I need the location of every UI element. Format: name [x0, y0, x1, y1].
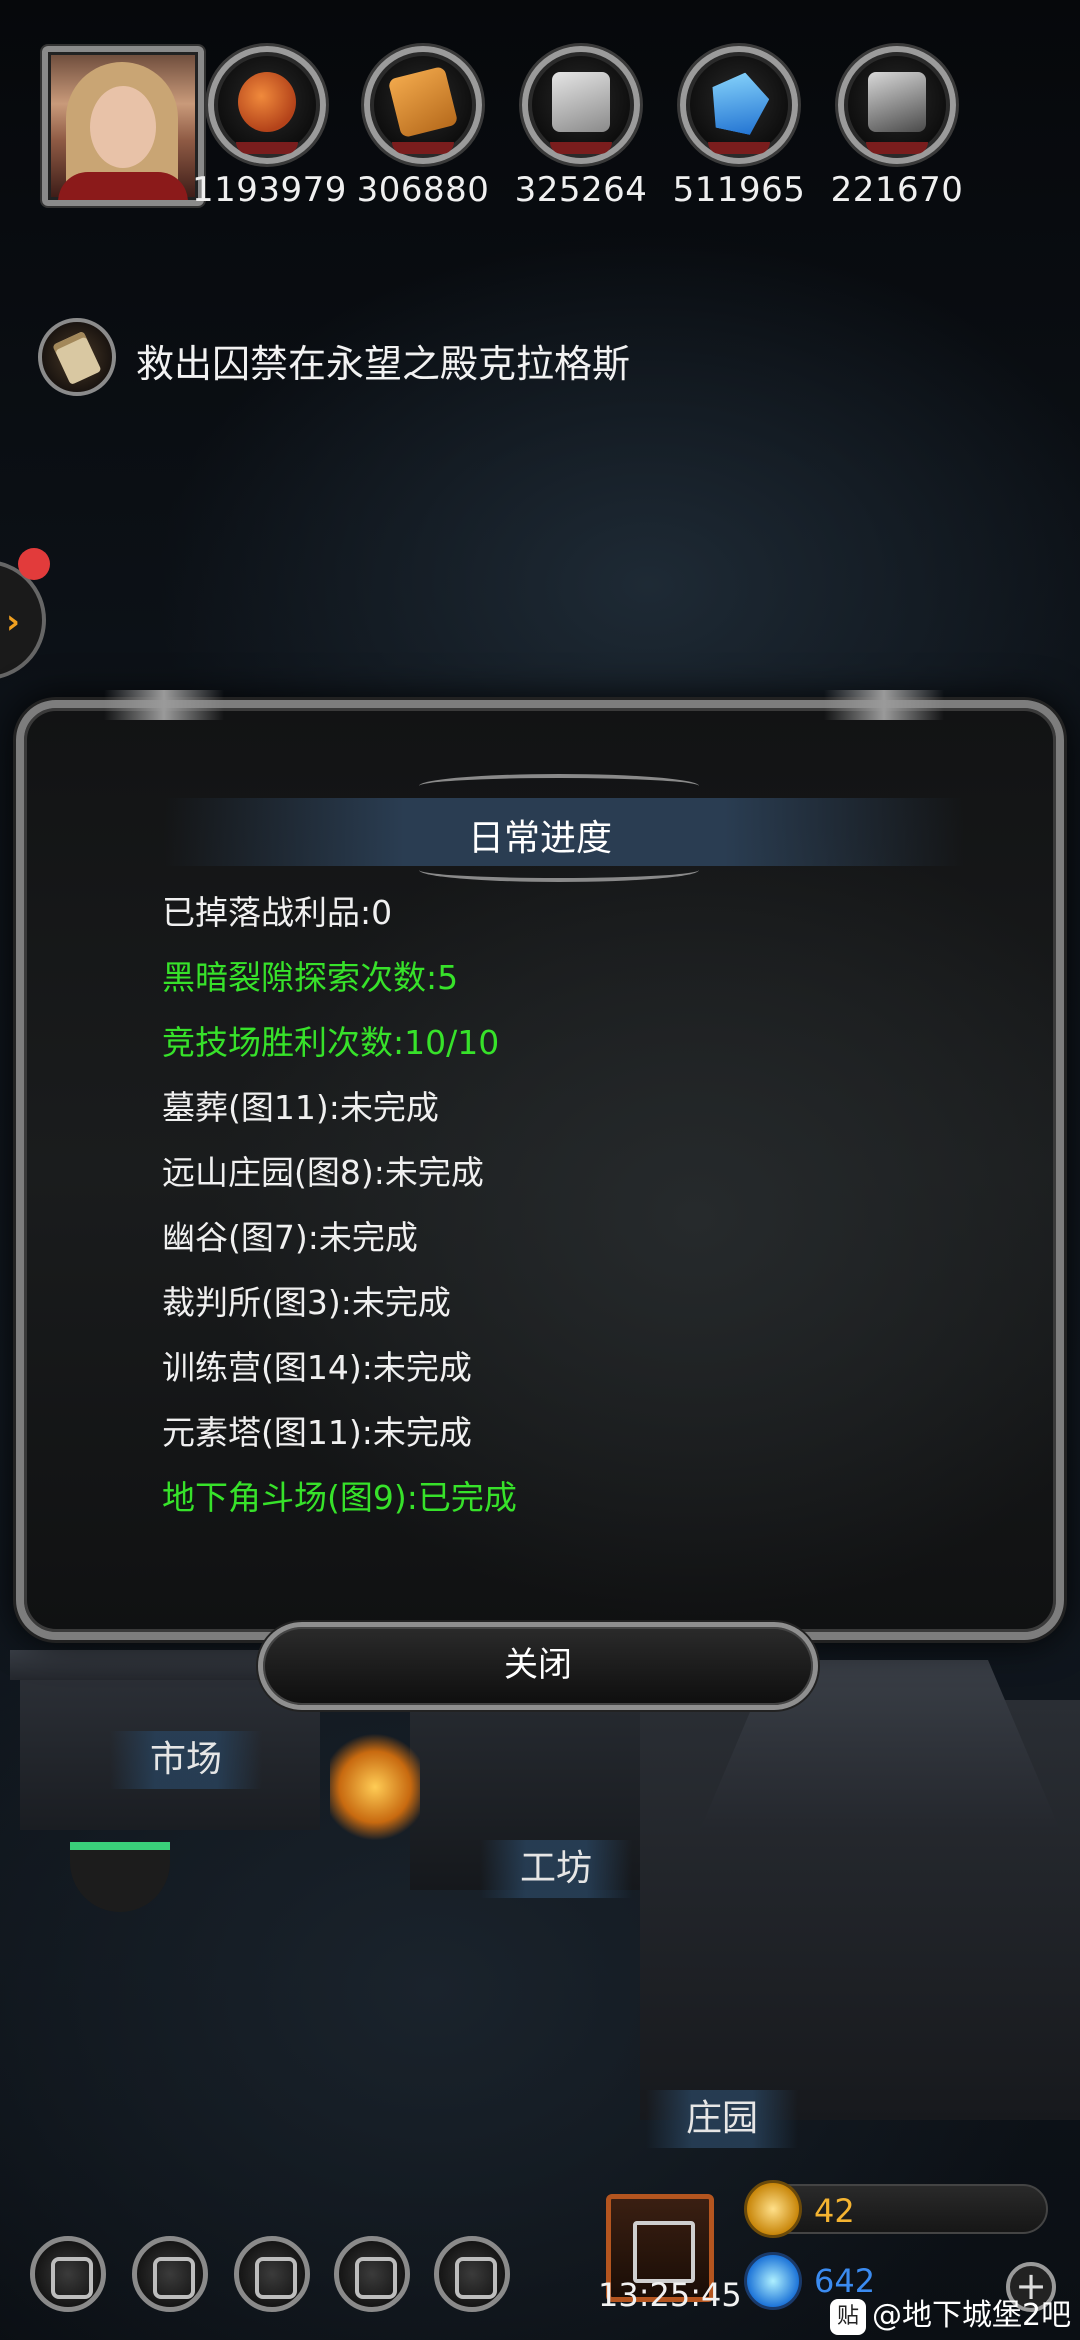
scroll-icon[interactable]: [38, 318, 116, 396]
progress-line: 元素塔(图11):未完成: [162, 1413, 472, 1452]
market-label[interactable]: 市场: [110, 1731, 263, 1789]
progress-line: 训练营(图14):未完成: [162, 1348, 472, 1387]
progress-line: 幽谷(图7):未完成: [162, 1218, 418, 1257]
chevron-right-icon: ›: [6, 602, 21, 642]
achievement-icon[interactable]: [132, 2236, 208, 2312]
progress-line: 地下角斗场(图9):已完成: [162, 1478, 517, 1517]
resource-crystal[interactable]: 511965: [664, 46, 814, 210]
workshop-label[interactable]: 工坊: [480, 1840, 633, 1898]
meat-icon: [238, 72, 296, 132]
progress-line: 裁判所(图3):未完成: [162, 1283, 451, 1322]
resource-meat[interactable]: 1193979: [192, 46, 347, 210]
progress-line: 竞技场胜利次数:10/10: [162, 1023, 500, 1062]
watermark-text: @地下城堡2吧: [872, 2298, 1072, 2333]
dialog-title: 日常进度: [467, 818, 612, 859]
title-ornament-bottom: [419, 858, 699, 882]
cauldron: [70, 1842, 170, 1912]
progress-line: 远山庄园(图8):未完成: [162, 1153, 484, 1192]
notification-dot: [18, 548, 50, 580]
forge-fire: [330, 1732, 420, 1842]
progress-line: 墓葬(图11):未完成: [162, 1088, 439, 1127]
settings-icon[interactable]: [30, 2236, 106, 2312]
resource-iron[interactable]: 325264: [506, 46, 656, 210]
resource-iron-value: 325264: [514, 170, 648, 210]
resource-wood-value: 306880: [356, 170, 490, 210]
close-button[interactable]: 关闭: [258, 1622, 818, 1710]
steel-icon: [868, 72, 926, 132]
blue-gem-icon: [744, 2252, 802, 2310]
avatar-cloth: [58, 172, 188, 200]
tieba-watermark: 贴 @地下城堡2吧: [830, 2290, 1071, 2335]
frame-ornament: [104, 690, 224, 720]
tieba-badge-icon: 贴: [830, 2298, 866, 2335]
dice-icon[interactable]: [434, 2236, 510, 2312]
mail-icon[interactable]: [334, 2236, 410, 2312]
crystal-icon: [704, 67, 773, 138]
progress-line: 黑暗裂隙探索次数:5: [162, 958, 459, 997]
iron-icon: [552, 72, 610, 132]
title-ornament-top: [419, 774, 699, 798]
resource-steel-value: 221670: [830, 170, 964, 210]
frame-ornament: [824, 690, 944, 720]
wood-icon: [387, 65, 459, 139]
manor-label[interactable]: 庄园: [646, 2090, 799, 2148]
resource-wood[interactable]: 306880: [348, 46, 498, 210]
gold-value: 42: [814, 2192, 855, 2230]
daily-progress-dialog: 日常进度 已掉落战利品:0 黑暗裂隙探索次数:5 竞技场胜利次数:10/10 墓…: [16, 690, 1064, 1640]
gold-coin-icon: [744, 2180, 802, 2238]
progress-list[interactable]: 已掉落战利品:0 黑暗裂隙探索次数:5 竞技场胜利次数:10/10 墓葬(图11…: [162, 880, 942, 1560]
quest-text[interactable]: 救出囚禁在永望之殿克拉格斯: [136, 333, 630, 388]
resource-meat-value: 1193979: [192, 170, 347, 210]
banner-icon[interactable]: [234, 2236, 310, 2312]
clock-time: 13:25:45: [598, 2276, 742, 2314]
progress-line: 已掉落战利品:0: [162, 893, 393, 932]
player-avatar[interactable]: [42, 46, 204, 206]
resource-steel[interactable]: 221670: [822, 46, 972, 210]
avatar-face: [90, 86, 156, 168]
resource-crystal-value: 511965: [672, 170, 806, 210]
